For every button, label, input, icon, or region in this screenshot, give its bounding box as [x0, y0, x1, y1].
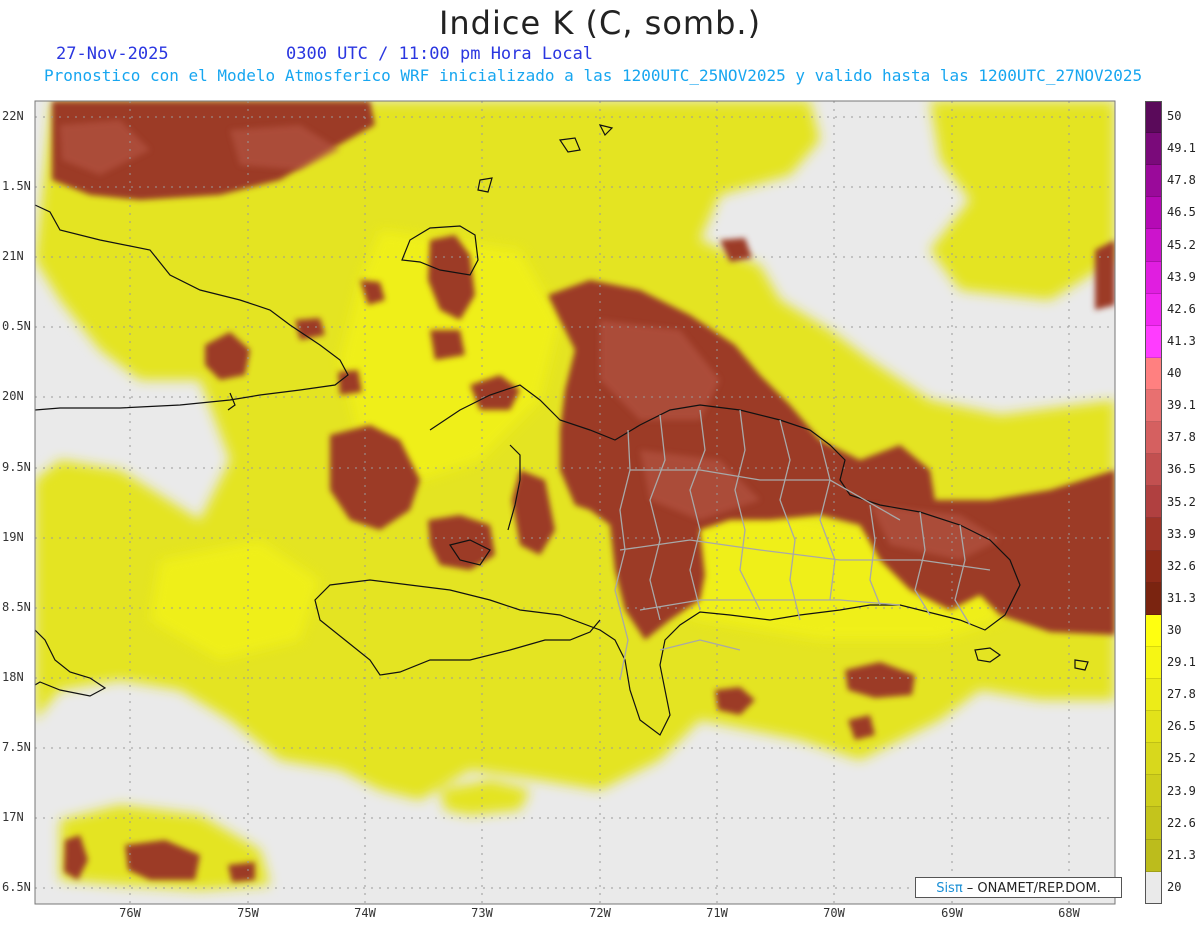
- lat-label: 0.5N: [2, 319, 31, 333]
- lat-label: 8.5N: [2, 600, 31, 614]
- colorbar-label: 33.9: [1167, 526, 1196, 541]
- colorbar-label: 26.5: [1167, 719, 1196, 734]
- colorbar-label: 29.1: [1167, 655, 1196, 670]
- lon-label: 75W: [237, 906, 259, 920]
- lon-label: 68W: [1058, 906, 1080, 920]
- colorbar-label: 23.9: [1167, 783, 1196, 798]
- lat-label: 18N: [2, 670, 24, 684]
- credit-box: Sisπ – ONAMET/REP.DOM.: [915, 877, 1122, 898]
- lon-label: 73W: [471, 906, 493, 920]
- lat-label: 1.5N: [2, 179, 31, 193]
- colorbar-label: 27.8: [1167, 687, 1196, 702]
- colorbar-label: 39.1: [1167, 398, 1196, 413]
- colorbar-label: 50: [1167, 109, 1182, 124]
- colorbar-label: 30: [1167, 622, 1182, 637]
- colorbar-label: 47.8: [1167, 173, 1196, 188]
- colorbar-label: 41.3: [1167, 333, 1196, 348]
- colorbar-label: 31.3: [1167, 590, 1196, 605]
- k-index-map: [34, 100, 1116, 905]
- lat-label: 21N: [2, 249, 24, 263]
- credit-text: – ONAMET/REP.DOM.: [962, 881, 1101, 896]
- lat-label: 7.5N: [2, 740, 31, 754]
- lat-label: 17N: [2, 810, 24, 824]
- colorbar-frame: [1145, 101, 1162, 904]
- credit-brand: Sisπ: [936, 881, 963, 896]
- colorbar-label: 21.3: [1167, 847, 1196, 862]
- lat-label: 22N: [2, 109, 24, 123]
- colorbar-label: 37.8: [1167, 430, 1196, 445]
- colorbar-label: 20: [1167, 879, 1182, 894]
- colorbar-label: 25.2: [1167, 751, 1196, 766]
- lon-label: 72W: [589, 906, 611, 920]
- colorbar-label: 45.2: [1167, 237, 1196, 252]
- colorbar-label: 40: [1167, 366, 1182, 381]
- colorbar-label: 43.9: [1167, 269, 1196, 284]
- lon-label: 74W: [354, 906, 376, 920]
- colorbar-label: 49.1: [1167, 141, 1196, 156]
- lat-label: 9.5N: [2, 460, 31, 474]
- lat-label: 6.5N: [2, 880, 31, 894]
- lon-label: 69W: [941, 906, 963, 920]
- lat-label: 20N: [2, 389, 24, 403]
- colorbar-label: 22.6: [1167, 815, 1196, 830]
- lon-label: 71W: [706, 906, 728, 920]
- lon-label: 70W: [823, 906, 845, 920]
- lon-label: 76W: [119, 906, 141, 920]
- colorbar-label: 35.2: [1167, 494, 1196, 509]
- colorbar-label: 46.5: [1167, 205, 1196, 220]
- colorbar-label: 36.5: [1167, 462, 1196, 477]
- colorbar-label: 42.6: [1167, 301, 1196, 316]
- colorbar-label: 32.6: [1167, 558, 1196, 573]
- lat-label: 19N: [2, 530, 24, 544]
